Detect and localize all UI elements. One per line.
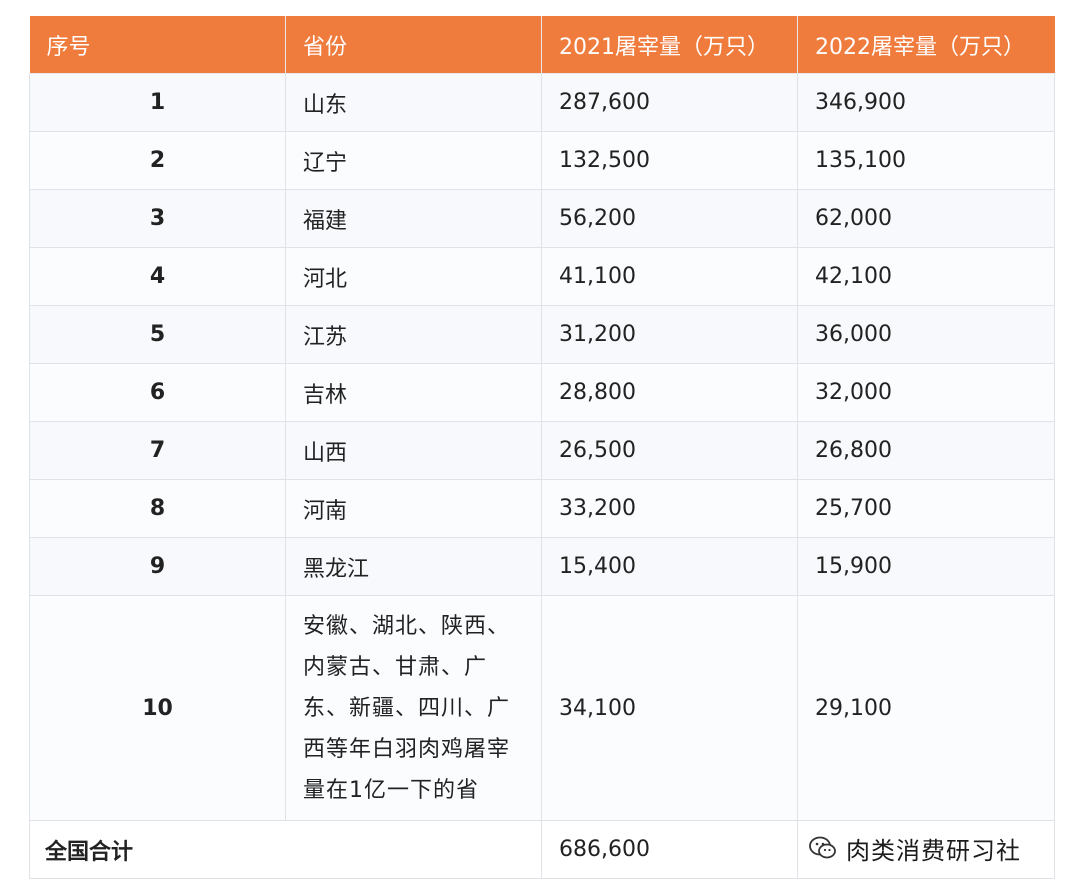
row-2022: 36,000 bbox=[797, 305, 1055, 364]
total-2021: 686,600 bbox=[541, 820, 798, 879]
row-2021: 132,500 bbox=[541, 131, 798, 190]
table-header-row: 序号 省份 2021屠宰量（万只） 2022屠宰量（万只） bbox=[29, 16, 1055, 74]
header-2021: 2021屠宰量（万只） bbox=[541, 16, 798, 74]
row-2022: 42,100 bbox=[797, 247, 1055, 306]
row-2021: 56,200 bbox=[541, 189, 798, 248]
row-2021: 34,100 bbox=[541, 595, 798, 821]
total-2022 bbox=[797, 820, 1055, 879]
province-line: 内蒙古、甘肃、广 bbox=[303, 654, 488, 680]
row-index: 9 bbox=[29, 537, 286, 596]
table-row: 1 山东 287,600 346,900 bbox=[29, 73, 1055, 132]
row-province: 吉林 bbox=[285, 363, 542, 422]
table-row: 3 福建 56,200 62,000 bbox=[29, 189, 1055, 248]
table-row: 4 河北 41,100 42,100 bbox=[29, 247, 1055, 306]
row-2021: 287,600 bbox=[541, 73, 798, 132]
row-2022: 346,900 bbox=[797, 73, 1055, 132]
row-province: 河南 bbox=[285, 479, 542, 538]
row-index: 6 bbox=[29, 363, 286, 422]
row-province: 江苏 bbox=[285, 305, 542, 364]
row-2022: 62,000 bbox=[797, 189, 1055, 248]
header-index: 序号 bbox=[29, 16, 286, 74]
row-index: 5 bbox=[29, 305, 286, 364]
row-2021: 41,100 bbox=[541, 247, 798, 306]
row-province: 河北 bbox=[285, 247, 542, 306]
row-2022: 25,700 bbox=[797, 479, 1055, 538]
row-2021: 28,800 bbox=[541, 363, 798, 422]
table-row: 9 黑龙江 15,400 15,900 bbox=[29, 537, 1055, 596]
row-2022: 135,100 bbox=[797, 131, 1055, 190]
total-row: 全国合计 686,600 bbox=[29, 820, 1055, 879]
row-2022: 32,000 bbox=[797, 363, 1055, 422]
row-2022: 15,900 bbox=[797, 537, 1055, 596]
row-index: 2 bbox=[29, 131, 286, 190]
row-2021: 15,400 bbox=[541, 537, 798, 596]
row-province-multiline: 安徽、湖北、陕西、 内蒙古、甘肃、广 东、新疆、四川、广 西等年白羽肉鸡屠宰 量… bbox=[285, 595, 542, 821]
row-2022: 26,800 bbox=[797, 421, 1055, 480]
row-index: 4 bbox=[29, 247, 286, 306]
province-line: 西等年白羽肉鸡屠宰 bbox=[303, 736, 511, 762]
slaughter-volume-table: 序号 省份 2021屠宰量（万只） 2022屠宰量（万只） 1 山东 287,6… bbox=[29, 16, 1055, 879]
total-label: 全国合计 bbox=[29, 820, 542, 879]
row-2021: 31,200 bbox=[541, 305, 798, 364]
table-row: 7 山西 26,500 26,800 bbox=[29, 421, 1055, 480]
row-index: 3 bbox=[29, 189, 286, 248]
table-row: 8 河南 33,200 25,700 bbox=[29, 479, 1055, 538]
header-province: 省份 bbox=[285, 16, 542, 74]
table-row: 2 辽宁 132,500 135,100 bbox=[29, 131, 1055, 190]
row-province: 黑龙江 bbox=[285, 537, 542, 596]
row-2021: 33,200 bbox=[541, 479, 798, 538]
row-index: 1 bbox=[29, 73, 286, 132]
table-row: 5 江苏 31,200 36,000 bbox=[29, 305, 1055, 364]
row-province: 山东 bbox=[285, 73, 542, 132]
province-line: 安徽、湖北、陕西、 bbox=[303, 613, 511, 639]
row-index: 7 bbox=[29, 421, 286, 480]
row-index: 10 bbox=[29, 595, 286, 821]
row-province: 山西 bbox=[285, 421, 542, 480]
table-row: 10 安徽、湖北、陕西、 内蒙古、甘肃、广 东、新疆、四川、广 西等年白羽肉鸡屠… bbox=[29, 595, 1055, 821]
row-province: 福建 bbox=[285, 189, 542, 248]
province-line: 东、新疆、四川、广 bbox=[303, 695, 511, 721]
row-2021: 26,500 bbox=[541, 421, 798, 480]
province-line: 量在1亿一下的省 bbox=[303, 777, 479, 803]
row-index: 8 bbox=[29, 479, 286, 538]
row-2022: 29,100 bbox=[797, 595, 1055, 821]
header-2022: 2022屠宰量（万只） bbox=[797, 16, 1055, 74]
row-province: 辽宁 bbox=[285, 131, 542, 190]
table-row: 6 吉林 28,800 32,000 bbox=[29, 363, 1055, 422]
